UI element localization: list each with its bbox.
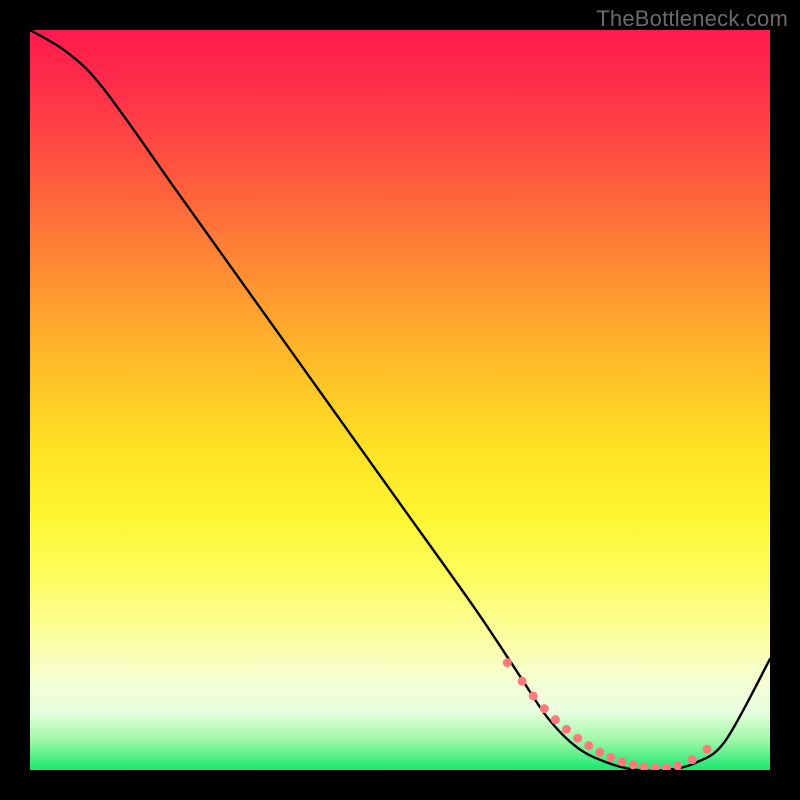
trough-marker — [618, 757, 627, 766]
trough-marker — [503, 658, 512, 667]
trough-marker — [562, 725, 571, 734]
trough-marker — [688, 755, 697, 764]
trough-marker — [606, 753, 615, 762]
trough-marker — [673, 761, 682, 770]
trough-marker — [629, 760, 638, 769]
trough-marker — [573, 734, 582, 743]
plot-area — [30, 30, 770, 770]
trough-marker — [540, 704, 549, 713]
trough-marker — [518, 677, 527, 686]
trough-marker — [551, 715, 560, 724]
trough-marker — [651, 763, 660, 770]
chart-stage: TheBottleneck.com — [0, 0, 800, 800]
watermark-text: TheBottleneck.com — [596, 6, 788, 32]
trough-marker — [595, 748, 604, 757]
curve-svg — [30, 30, 770, 770]
trough-marker — [529, 692, 538, 701]
trough-marker-group — [503, 658, 712, 770]
bottleneck-curve-path — [30, 30, 770, 770]
trough-marker — [703, 745, 712, 754]
trough-marker — [662, 763, 671, 770]
trough-marker — [640, 763, 649, 770]
trough-marker — [584, 741, 593, 750]
